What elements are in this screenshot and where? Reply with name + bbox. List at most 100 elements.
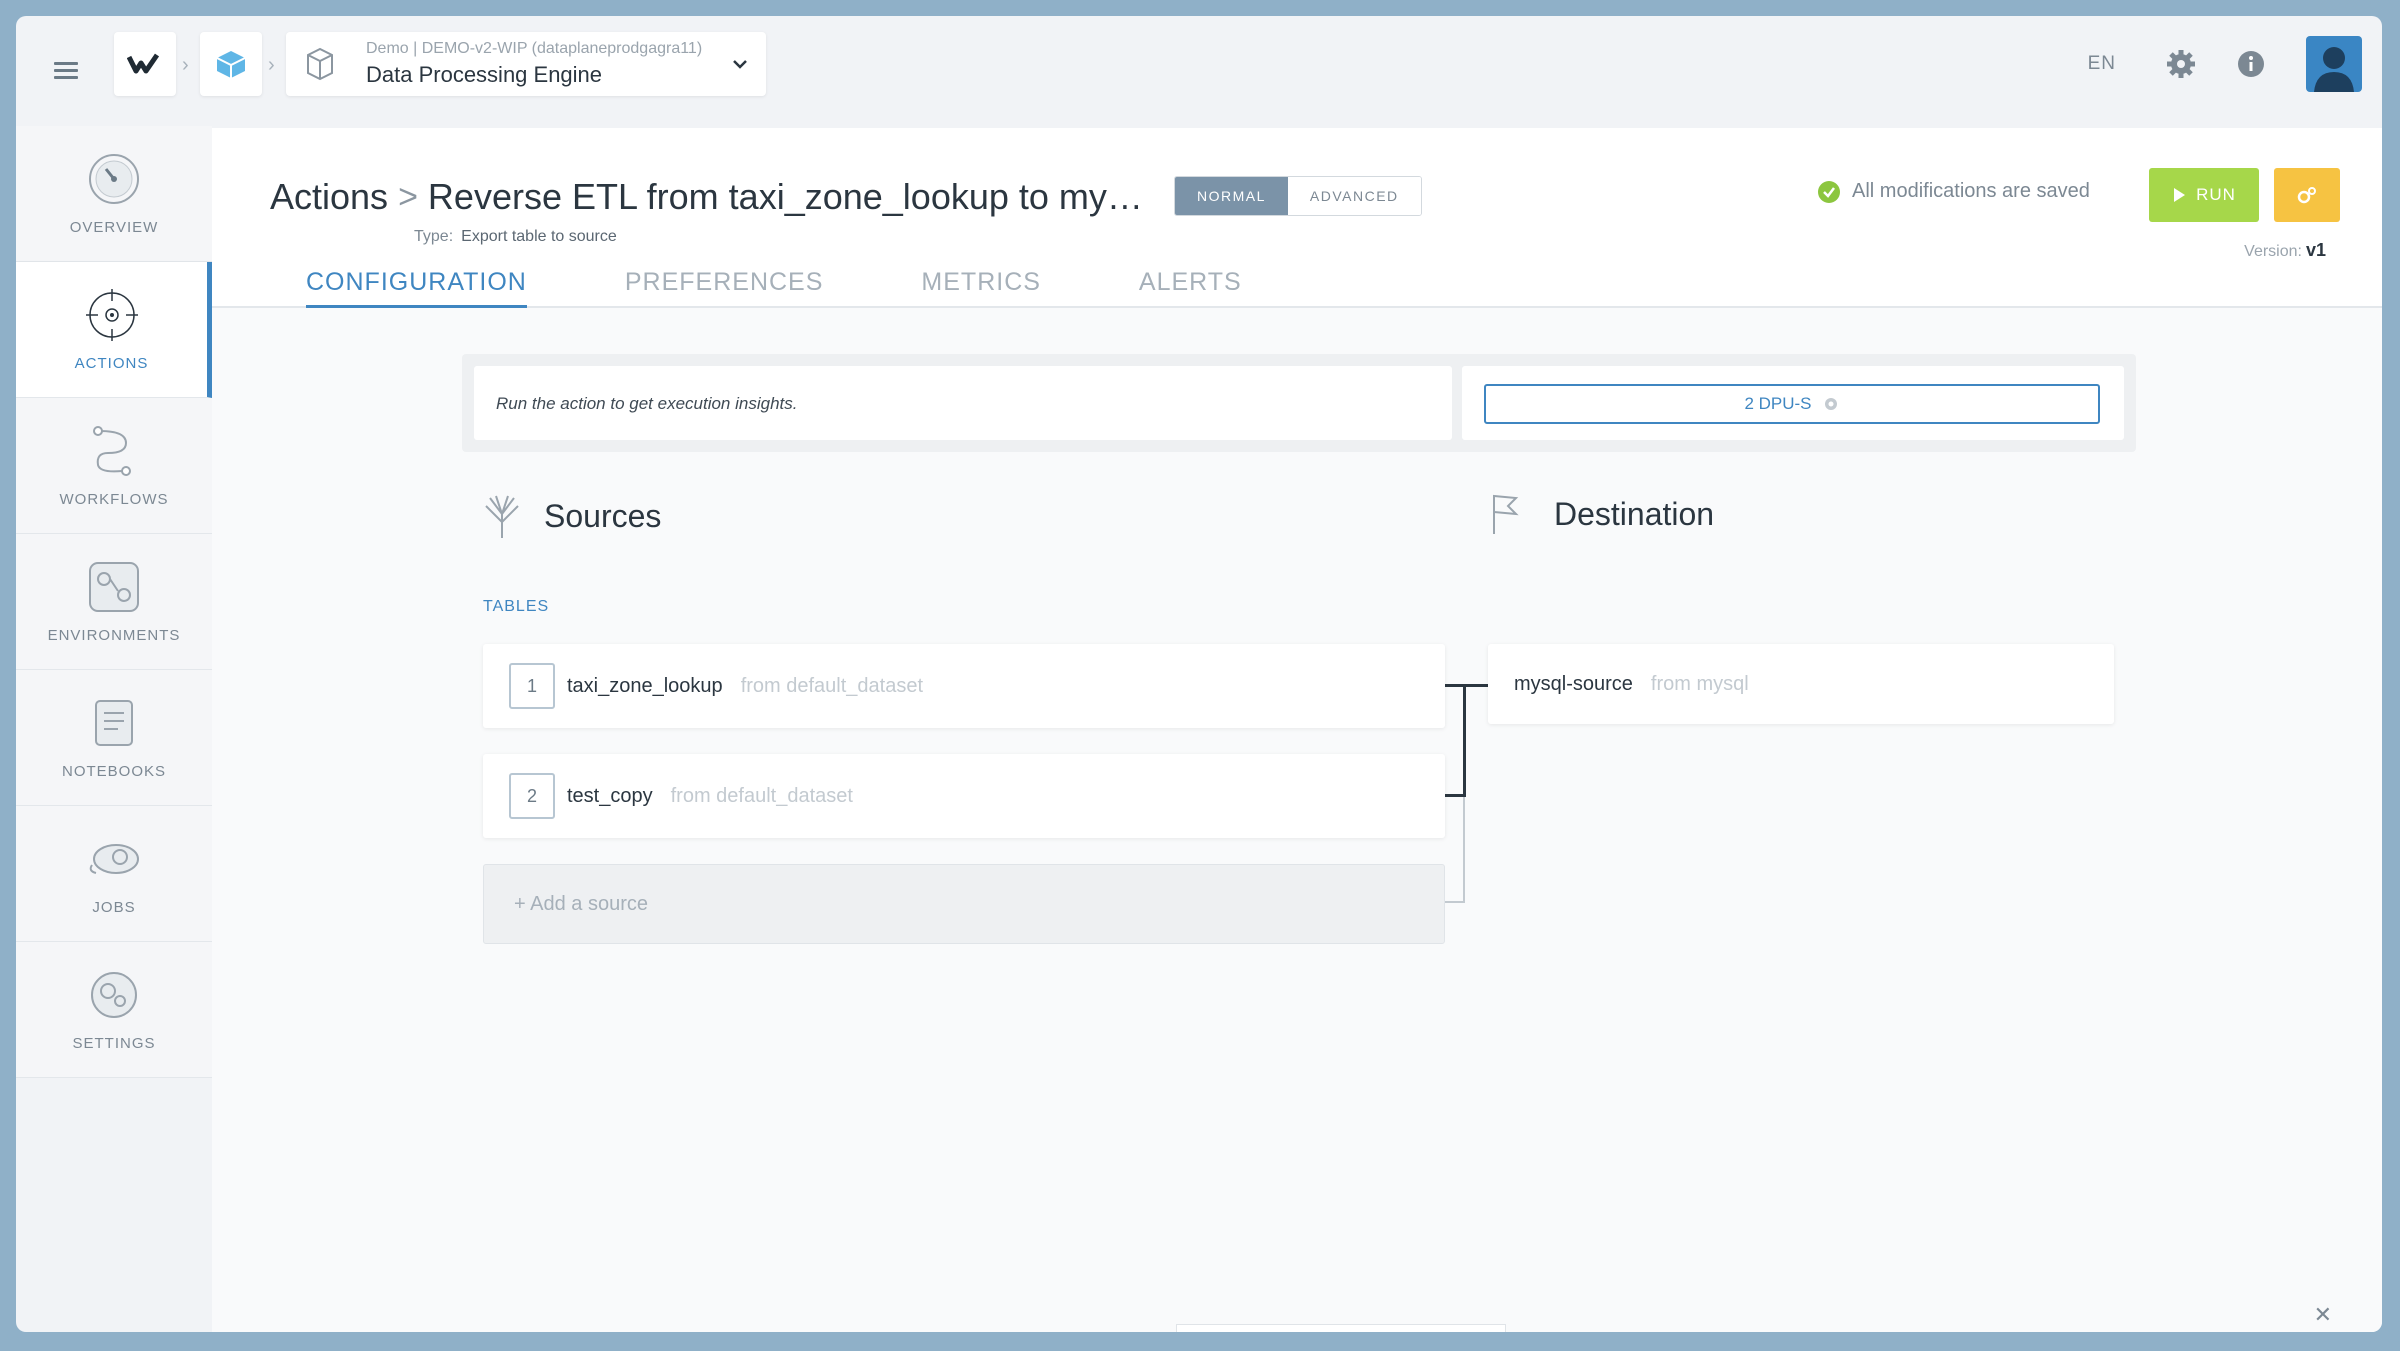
org-project-label: Demo | DEMO-v2-WIP (dataplaneprodgagra11… [366, 40, 703, 57]
notebook-icon [95, 700, 133, 746]
dpu-button[interactable]: 2 DPU-S [1484, 384, 2100, 424]
sidebar-item-label: ENVIRONMENTS [47, 627, 181, 644]
save-status: All modifications are saved [1818, 180, 2090, 203]
destination-name: mysql-source [1514, 672, 1633, 695]
dpu-label: 2 DPU-S [1744, 394, 1812, 413]
language-switch[interactable]: EN [2088, 53, 2116, 75]
source-index: 1 [509, 663, 555, 709]
menu-icon[interactable] [54, 62, 78, 80]
save-status-text: All modifications are saved [1852, 180, 2090, 202]
breadcrumb-chevron-icon: > [398, 177, 418, 216]
run-label: RUN [2196, 185, 2236, 204]
tables-label: TABLES [483, 598, 550, 615]
sidebar-item-label: WORKFLOWS [59, 491, 169, 508]
source-table-name: taxi_zone_lookup [567, 674, 723, 697]
target-icon [85, 289, 138, 341]
play-icon [2174, 188, 2186, 202]
home-logo-button[interactable] [114, 32, 176, 96]
source-table-name: test_copy [567, 784, 653, 807]
tab-preferences[interactable]: PREFERENCES [625, 268, 824, 308]
environments-icon [89, 562, 139, 612]
gauge-icon [89, 154, 139, 204]
dpu-panel: 2 DPU-S [1462, 366, 2124, 440]
sidebar-item-overview[interactable]: OVERVIEW [16, 126, 212, 262]
connector-line [1445, 794, 1465, 797]
sidebar-item-label: NOTEBOOKS [61, 763, 167, 780]
project-cube-button[interactable] [200, 32, 262, 96]
destination-header: Destination [1490, 492, 1714, 536]
sidebar-item-workflows[interactable]: WORKFLOWS [16, 398, 212, 534]
destination-title: Destination [1554, 495, 1715, 532]
user-avatar[interactable] [2306, 36, 2362, 92]
destination-card[interactable]: mysql-source from mysql [1488, 644, 2114, 724]
action-header: Actions > Reverse ETL from taxi_zone_loo… [212, 128, 2382, 308]
engine-box-icon [307, 47, 333, 81]
destination-source: from mysql [1650, 672, 1749, 695]
source-table-card[interactable]: 1 taxi_zone_lookup from default_dataset [483, 644, 1445, 728]
tab-metrics[interactable]: METRICS [921, 268, 1041, 308]
connector-line [1463, 797, 1465, 903]
version-info: Version: v1 [2244, 240, 2326, 261]
engine-title: Data Processing Engine [366, 62, 603, 87]
version-label: Version: [2244, 243, 2302, 260]
bottom-drawer-handle[interactable] [1176, 1324, 1506, 1332]
sources-title: Sources [544, 497, 662, 534]
sidebar-item-label: JOBS [92, 899, 136, 916]
sidebar-item-notebooks[interactable]: NOTEBOOKS [16, 670, 212, 806]
connector-line [1445, 684, 1465, 687]
source-table-card[interactable]: 2 test_copy from default_dataset [483, 754, 1445, 838]
sources-header: Sources [482, 492, 661, 540]
action-title[interactable]: Reverse ETL from taxi_zone_lookup to my… [428, 176, 1143, 218]
connector-line [1445, 901, 1465, 903]
connector-line [1463, 684, 1488, 687]
type-value: Export table to source [461, 228, 617, 245]
sidebar: OVERVIEW ACTIONS WORKFLOWS ENVIRONMENTS … [16, 126, 212, 1082]
flag-icon [1493, 494, 1519, 534]
mode-normal-button[interactable]: NORMAL [1175, 177, 1288, 215]
insights-bar: Run the action to get execution insights… [462, 354, 2136, 452]
top-bar: › › Demo | DEMO-v2-WIP (dataplaneprodgag… [16, 16, 2382, 126]
tab-alerts[interactable]: ALERTS [1139, 268, 1242, 308]
tab-bar: CONFIGURATION PREFERENCES METRICS ALERTS [306, 268, 1340, 308]
info-icon[interactable] [2236, 49, 2266, 79]
settings-gear-icon [91, 972, 137, 1018]
sidebar-item-label: SETTINGS [72, 1035, 156, 1052]
sidebar-item-jobs[interactable]: JOBS [16, 806, 212, 942]
chevron-down-icon[interactable] [732, 58, 748, 70]
breadcrumb-actions-link[interactable]: Actions [270, 176, 388, 218]
action-type: Type: Export table to source [414, 228, 617, 246]
sidebar-item-environments[interactable]: ENVIRONMENTS [16, 534, 212, 670]
workflow-icon [93, 426, 131, 476]
main-panel: Actions > Reverse ETL from taxi_zone_loo… [212, 128, 2382, 1332]
small-gear-icon [1824, 398, 1837, 410]
breadcrumb-chevron-icon: › [182, 54, 189, 76]
sidebar-item-label: OVERVIEW [69, 219, 159, 236]
logo-icon [127, 53, 160, 74]
close-icon[interactable]: ✕ [2314, 1302, 2332, 1328]
connector-line [1463, 684, 1466, 797]
breadcrumb-chevron-icon: › [268, 54, 275, 76]
sources-tree-icon [485, 495, 519, 538]
source-index: 2 [509, 773, 555, 819]
mode-toggle: NORMAL ADVANCED [1174, 176, 1422, 216]
sidebar-item-label: ACTIONS [74, 355, 149, 372]
gear-icon[interactable] [2166, 49, 2196, 79]
sidebar-item-settings[interactable]: SETTINGS [16, 942, 212, 1078]
gears-icon [2297, 187, 2316, 204]
mode-advanced-button[interactable]: ADVANCED [1287, 177, 1421, 215]
app-window: › › Demo | DEMO-v2-WIP (dataplaneprodgag… [16, 16, 2382, 1332]
check-circle-icon [1818, 180, 1840, 203]
source-dataset: from default_dataset [740, 674, 924, 697]
add-source-button[interactable]: + Add a source [483, 864, 1445, 944]
user-silhouette-icon [2314, 47, 2354, 92]
jobs-icon [89, 844, 139, 874]
cube-icon [216, 51, 246, 78]
version-value: v1 [2305, 240, 2326, 260]
engine-selector[interactable]: Demo | DEMO-v2-WIP (dataplaneprodgagra11… [286, 32, 766, 96]
tab-configuration[interactable]: CONFIGURATION [306, 268, 527, 308]
source-dataset: from default_dataset [670, 784, 853, 807]
schedule-button[interactable] [2274, 168, 2340, 222]
type-label: Type: [414, 228, 454, 245]
run-button[interactable]: RUN [2149, 168, 2259, 222]
sidebar-item-actions[interactable]: ACTIONS [16, 262, 212, 398]
